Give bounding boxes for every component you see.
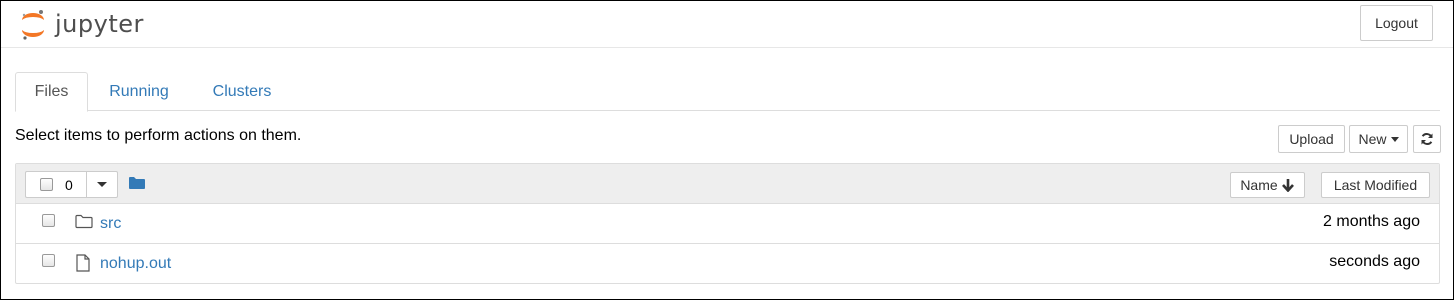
list-item[interactable]: src 2 months ago <box>16 204 1439 244</box>
select-all-group[interactable]: 0 <box>25 171 118 198</box>
file-list: 0 Name Last Modified src 2 months ago no… <box>15 163 1440 284</box>
select-divider <box>86 172 87 197</box>
tab-clusters[interactable]: Clusters <box>201 72 283 111</box>
sort-by-last-modified-button[interactable]: Last Modified <box>1321 172 1430 198</box>
item-name-link[interactable]: nohup.out <box>100 255 171 273</box>
new-button-label: New <box>1358 131 1387 147</box>
select-dropdown-caret-icon[interactable] <box>97 182 107 187</box>
caret-down-icon <box>1390 136 1399 142</box>
file-list-header: 0 Name Last Modified <box>16 164 1439 204</box>
logout-button[interactable]: Logout <box>1360 5 1433 41</box>
item-checkbox[interactable] <box>42 214 55 227</box>
tab-running[interactable]: Running <box>96 72 182 111</box>
sort-by-name-button[interactable]: Name <box>1230 172 1305 198</box>
item-checkbox[interactable] <box>42 254 55 267</box>
file-icon <box>75 254 91 275</box>
folder-icon[interactable] <box>129 176 145 192</box>
jupyter-logo-icon <box>22 10 44 40</box>
tab-files[interactable]: Files <box>15 72 88 112</box>
new-dropdown-button[interactable]: New <box>1349 125 1408 153</box>
header-bar: jupyter Logout <box>1 1 1453 48</box>
item-modified: seconds ago <box>1329 253 1420 270</box>
upload-button[interactable]: Upload <box>1278 125 1345 153</box>
tab-bar: Files Running Clusters <box>15 72 1440 112</box>
selected-count: 0 <box>65 177 73 193</box>
item-modified: 2 months ago <box>1323 213 1420 230</box>
item-name-link[interactable]: src <box>100 215 121 233</box>
jupyter-logo[interactable]: jupyter <box>19 7 143 43</box>
refresh-button[interactable] <box>1413 125 1441 153</box>
instruction-text: Select items to perform actions on them. <box>15 127 302 144</box>
sort-name-label: Name <box>1240 177 1278 193</box>
arrow-down-icon <box>1281 179 1294 192</box>
folder-icon <box>75 214 93 232</box>
refresh-icon <box>1421 133 1433 145</box>
list-item[interactable]: nohup.out seconds ago <box>16 244 1439 284</box>
select-all-checkbox[interactable] <box>40 178 53 191</box>
app-name: jupyter <box>55 10 144 38</box>
